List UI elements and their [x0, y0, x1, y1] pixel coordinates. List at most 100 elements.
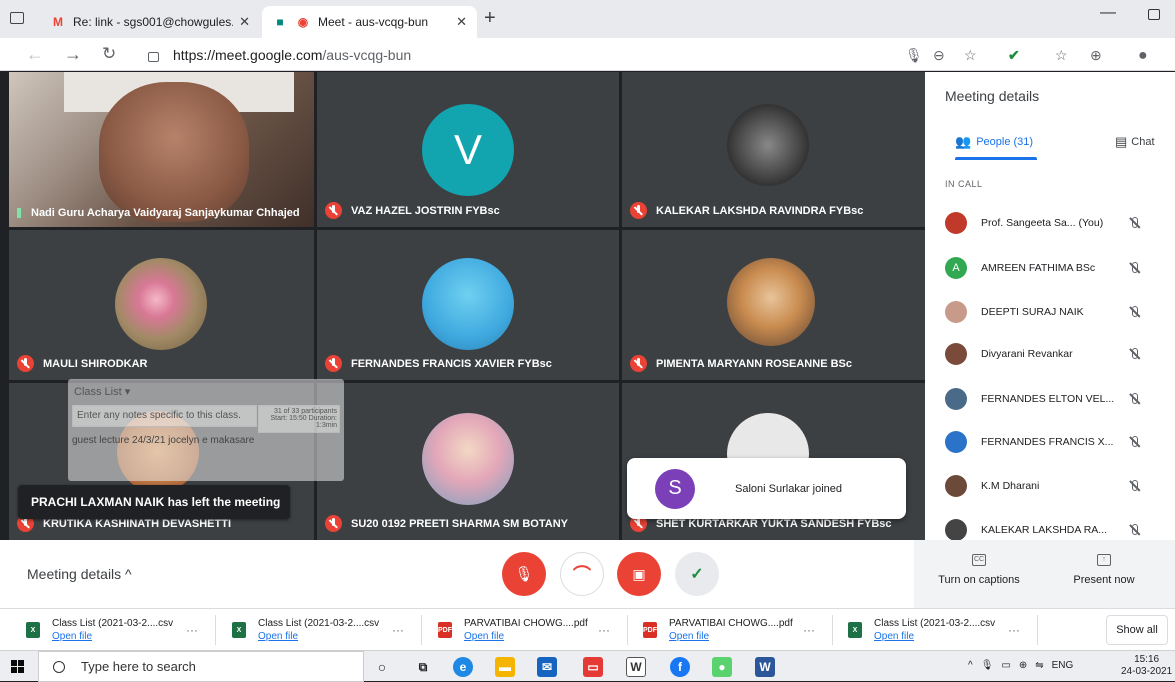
- battery-icon[interactable]: ▭: [1001, 660, 1010, 671]
- language-indicator[interactable]: ENG: [1052, 660, 1074, 671]
- camera-off-button[interactable]: ▣: [617, 552, 661, 596]
- restore-icon[interactable]: [1148, 9, 1160, 20]
- participant-row[interactable]: FERNANDES FRANCIS X...: [945, 430, 1175, 454]
- class-list-label: Class List: [74, 386, 122, 398]
- participant-tile[interactable]: MAULI SHIRODKAR: [9, 230, 314, 380]
- extension-check-icon[interactable]: ✔: [1008, 47, 1020, 64]
- file-name: Class List (2021-03-2....csv: [52, 618, 174, 629]
- task-view-icon[interactable]: ⧉: [413, 657, 433, 677]
- network-icon[interactable]: ⊕: [1019, 660, 1027, 671]
- participant-name: FERNANDES ELTON VEL...: [981, 393, 1115, 405]
- profile-icon[interactable]: ●: [1138, 47, 1148, 65]
- forward-icon[interactable]: →: [64, 44, 82, 65]
- system-clock[interactable]: 15:16 24-03-2021: [1121, 654, 1172, 678]
- participant-row[interactable]: Divyarani Revankar: [945, 342, 1175, 366]
- more-options-icon[interactable]: ···: [803, 623, 815, 637]
- word-icon[interactable]: W: [755, 657, 775, 677]
- microphone-icon[interactable]: 🎙: [905, 47, 923, 64]
- attendance-extension-button[interactable]: ✓: [675, 552, 719, 596]
- open-file-link[interactable]: Open file: [874, 630, 1004, 643]
- participant-row[interactable]: FERNANDES ELTON VEL...: [945, 387, 1175, 411]
- taskbar-search[interactable]: Type here to search: [38, 651, 364, 682]
- open-file-link[interactable]: Open file: [258, 630, 388, 643]
- captions-icon: CC: [972, 554, 986, 566]
- name-label: KRUTIKA KASHINATH DEVASHETTI: [43, 517, 232, 530]
- facebook-icon[interactable]: f: [670, 657, 690, 677]
- participant-tile[interactable]: Nadi Guru Acharya Vaidyaraj Sanjaykumar …: [9, 72, 314, 227]
- class-list-extension[interactable]: Class List ▾ Enter any notes specific to…: [68, 379, 344, 481]
- meet-app-icon[interactable]: ●: [712, 657, 732, 677]
- pdf-file-icon: PDF: [438, 622, 452, 638]
- participant-row[interactable]: K.M Dharani: [945, 474, 1175, 498]
- download-item[interactable]: X Class List (2021-03-2....csv Open file …: [838, 615, 1038, 645]
- more-options-icon[interactable]: ···: [1008, 623, 1020, 637]
- open-file-link[interactable]: Open file: [464, 630, 594, 643]
- reload-icon[interactable]: ↻: [102, 44, 116, 64]
- panel-title: Meeting details: [945, 88, 1040, 104]
- captions-button[interactable]: CC Turn on captions: [924, 554, 1034, 586]
- participant-name: SU20 0192 PREETI SHARMA SM BOTANY: [325, 515, 568, 532]
- meet-icon: ■: [276, 15, 284, 29]
- name-label: VAZ HAZEL JOSTRIN FYBsc: [351, 204, 500, 217]
- participant-tile[interactable]: FERNANDES FRANCIS XAVIER FYBsc: [317, 230, 619, 380]
- close-tab-icon[interactable]: ✕: [456, 14, 467, 30]
- class-list-title[interactable]: Class List ▾: [68, 379, 344, 404]
- participant-tile[interactable]: V VAZ HAZEL JOSTRIN FYBsc: [317, 72, 619, 227]
- check-icon: ✓: [690, 566, 704, 583]
- cortana-icon[interactable]: ○: [372, 657, 392, 677]
- edge-icon[interactable]: e: [453, 657, 473, 677]
- download-item[interactable]: X Class List (2021-03-2....csv Open file …: [16, 615, 216, 645]
- close-tab-icon[interactable]: ✕: [239, 14, 250, 30]
- participant-tile[interactable]: PIMENTA MARYANN ROSEANNE BSc: [622, 230, 925, 380]
- participant-row[interactable]: Prof. Sangeeta Sa... (You): [945, 211, 1175, 235]
- tab-actions-icon[interactable]: [10, 12, 24, 24]
- class-note-input[interactable]: Enter any notes specific to this class.: [72, 405, 257, 427]
- wikipedia-icon[interactable]: W: [626, 657, 646, 677]
- participant-row[interactable]: DEEPTI SURAJ NAIK: [945, 300, 1175, 324]
- mic-off-button[interactable]: 🎙: [502, 552, 546, 596]
- participant-row[interactable]: A AMREEN FATHIMA BSc: [945, 256, 1175, 280]
- back-icon[interactable]: ←: [26, 44, 44, 65]
- participant-row[interactable]: KALEKAR LAKSHDA RA...: [945, 518, 1175, 542]
- url-field[interactable]: https://meet.google.com/aus-vcqg-bun: [140, 43, 900, 67]
- tab-gmail[interactable]: M Re: link - sgs001@chowgules.ac.in ✕: [40, 6, 260, 38]
- read-aloud-icon[interactable]: ☆: [964, 47, 977, 64]
- more-options-icon[interactable]: ···: [598, 623, 610, 637]
- mail-icon[interactable]: ✉: [537, 657, 557, 677]
- participant-tile[interactable]: SU20 0192 PREETI SHARMA SM BOTANY: [317, 383, 619, 540]
- download-item[interactable]: X Class List (2021-03-2....csv Open file …: [222, 615, 422, 645]
- more-options-icon[interactable]: ···: [392, 623, 404, 637]
- mic-off-icon: [325, 515, 342, 532]
- language-switch-icon[interactable]: ⇋: [1035, 660, 1043, 671]
- present-now-button[interactable]: ↑ Present now: [1049, 554, 1159, 586]
- name-label: SHET KURTARKAR YUKTA SANDESH FYBsc: [656, 517, 892, 530]
- show-all-button[interactable]: Show all: [1106, 615, 1168, 645]
- participant-tile[interactable]: KALEKAR LAKSHDA RAVINDRA FYBsc: [622, 72, 925, 227]
- tab-meet[interactable]: ■ ◉ Meet - aus-vcqg-bun ✕: [262, 6, 477, 38]
- participant-name: DEEPTI SURAJ NAIK: [981, 306, 1084, 318]
- download-item[interactable]: PDF PARVATIBAI CHOWG....pdf Open file ···: [428, 615, 628, 645]
- open-file-link[interactable]: Open file: [52, 630, 182, 643]
- zoom-icon[interactable]: ⊖: [933, 47, 945, 64]
- captions-label: Turn on captions: [938, 574, 1020, 586]
- favorites-icon[interactable]: ☆: [1055, 47, 1068, 64]
- microphone-tray-icon[interactable]: 🎙: [981, 660, 994, 671]
- system-tray: ^ 🎙 ▭ ⊕ ⇋ ENG: [968, 660, 1073, 671]
- mic-off-icon: [325, 202, 342, 219]
- meeting-details-toggle[interactable]: Meeting details ^: [27, 566, 132, 582]
- tab-chat[interactable]: ▤ Chat: [1115, 134, 1155, 150]
- minimize-icon[interactable]: —: [1100, 4, 1116, 22]
- windows-start-icon[interactable]: [11, 660, 25, 674]
- open-file-link[interactable]: Open file: [669, 630, 799, 643]
- tab-people[interactable]: 👥 People (31): [955, 134, 1033, 150]
- more-options-icon[interactable]: ···: [186, 623, 198, 637]
- show-hidden-icons-icon[interactable]: ^: [968, 660, 973, 671]
- collections-icon[interactable]: ⊕: [1090, 47, 1102, 64]
- new-tab-button[interactable]: +: [484, 7, 496, 30]
- leave-call-button[interactable]: ⌒: [560, 552, 604, 596]
- file-name: PARVATIBAI CHOWG....pdf: [669, 618, 793, 629]
- file-explorer-icon[interactable]: ▬: [495, 657, 515, 677]
- presentation-app-icon[interactable]: ▭: [583, 657, 603, 677]
- joined-text: Saloni Surlakar joined: [735, 482, 843, 495]
- download-item[interactable]: PDF PARVATIBAI CHOWG....pdf Open file ···: [633, 615, 833, 645]
